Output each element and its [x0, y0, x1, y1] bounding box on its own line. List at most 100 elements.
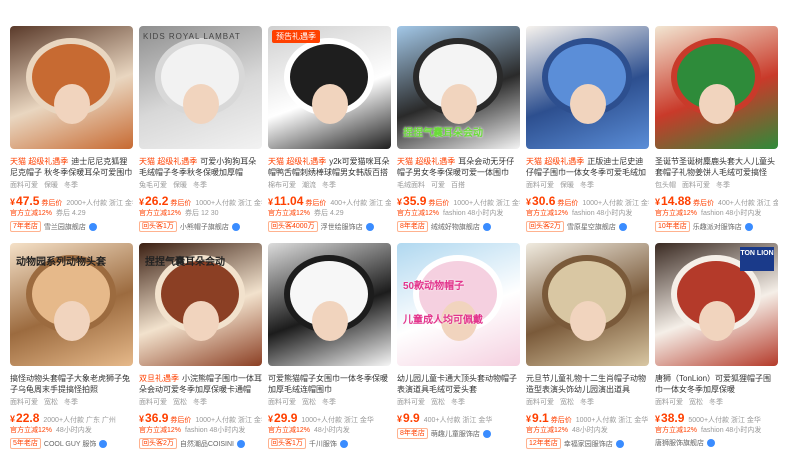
product-specs: 面料可爱 宽松 冬季 [10, 397, 133, 407]
product-title[interactable]: 天猫 超级礼遇季正版迪士尼史迪仔帽子围巾一体女冬季可爱毛绒加厚保暖 [526, 156, 649, 178]
product-title[interactable]: 圣诞节圣诞树麋鹿头套大人儿童头套帽子礼物姜饼人毛绒可爱搞怪 [655, 156, 778, 178]
price-value: 30.6 [532, 194, 556, 206]
shop-name[interactable]: 小熊帽子旗舰店 [180, 222, 229, 232]
shop-line[interactable]: 回头客1万 小熊帽子旗舰店 [139, 221, 262, 232]
product-card[interactable]: 天猫 超级礼遇季迪士尼尼克狐狸尼克帽子 秋冬季保暖耳朵可爱围巾一体帽面料可爱保暖… [10, 26, 133, 233]
shop-name[interactable]: 雪原星空旗舰店 [567, 222, 616, 232]
verified-shop-icon [88, 222, 97, 231]
spec-item: 面料可爱 [526, 399, 554, 406]
spec-item: 冬季 [322, 399, 336, 406]
product-image[interactable]: 捏捏气囊耳朵会动 [139, 243, 262, 366]
shop-name[interactable]: 唐狮服饰旗舰店 [655, 438, 704, 448]
spec-item: 可爱 [431, 182, 445, 189]
price-value: 9.9 [403, 411, 420, 423]
product-image[interactable] [526, 243, 649, 366]
product-card[interactable]: 50款动物帽子 儿童成人均可佩戴幼儿园儿童卡通大顶头套动物帽子表演道具毛绒可爱头套… [397, 243, 520, 450]
product-card[interactable]: 动物园系列动物头套搞怪动物头套帽子大象老虎狮子兔子乌龟周末手提搞怪拍照面料可爱宽… [10, 243, 133, 450]
product-image[interactable] [526, 26, 649, 149]
product-card[interactable]: 预告礼遇季 天猫 超级礼遇季 y2k可爱猫咪耳朵帽鸭舌帽刺绣棒球帽男女韩版百搭 棉布可… [268, 26, 391, 233]
sales-location: 1000+人付款 浙江 金华 [301, 417, 374, 423]
shop-line[interactable]: 10年老店 乐趣派对服饰店 [655, 221, 778, 232]
spec-item: 包头帽 [655, 182, 676, 189]
price: ¥26.2 [139, 194, 168, 206]
price-line: ¥14.88券后价400+人付款 浙江 金华 [655, 192, 778, 206]
shop-name[interactable]: 萌趣儿童服饰店 [431, 429, 480, 439]
shop-name[interactable]: 乐趣派对服饰店 [693, 222, 742, 232]
spec-item: 潮流 [302, 182, 316, 189]
price: ¥30.6 [526, 194, 555, 206]
currency-symbol: ¥ [526, 197, 532, 206]
shipping-info: fashion 48小时内发 [443, 210, 504, 217]
product-image[interactable]: 预告礼遇季 [268, 26, 391, 149]
image-caption: 捏捏气囊耳朵会动 [145, 257, 225, 268]
product-specs: 面料可爱 宽松 冬季 [397, 397, 520, 407]
product-specs: 毛绒面料 可爱 百搭 [397, 180, 520, 190]
sales-location: 2000+人付款 广东 广州 [43, 417, 116, 423]
shop-name[interactable]: 自然潮品COISINI [180, 439, 234, 449]
price: ¥11.04 [268, 194, 303, 206]
product-title[interactable]: 天猫 超级礼遇季 耳朵会动无牙仔帽子男女冬季保暖可爱一体围巾 [397, 156, 520, 178]
product-card[interactable]: 捏捏气囊耳朵会动天猫 超级礼遇季 耳朵会动无牙仔帽子男女冬季保暖可爱一体围巾毛绒面… [397, 26, 520, 233]
spec-item: 百搭 [451, 182, 465, 189]
product-card[interactable]: 圣诞节圣诞树麋鹿头套大人儿童头套帽子礼物姜饼人毛绒可爱搞怪 包头帽 面料可爱 冬季 ¥1… [655, 26, 778, 233]
shop-line[interactable]: 回头客1万 千川服饰 [268, 438, 391, 449]
price-value: 35.9 [403, 194, 427, 206]
product-image[interactable]: 50款动物帽子 儿童成人均可佩戴 [397, 243, 520, 366]
shop-line[interactable]: 回头客2万 自然潮品COISINI [139, 438, 262, 449]
discount-label: 官方立减12% [526, 427, 569, 434]
sales-location: 5000+人付款 浙江 金华 [688, 417, 761, 423]
sales-location: 1000+人付款 浙江 金华 [575, 417, 649, 423]
price-note: 券后价 [41, 200, 63, 206]
shop-name[interactable]: 千川服饰 [309, 439, 337, 449]
product-card[interactable]: 可爱熊猫帽子女围巾一体冬季保暖加厚毛绒连帽围巾 面料可爱 宽松 冬季 ¥29.9 1000… [268, 243, 391, 450]
price-line: ¥9.1 券后价 1000+人付款 浙江 金华 [526, 409, 649, 423]
product-image[interactable] [268, 243, 391, 366]
currency-symbol: ¥ [655, 197, 661, 206]
product-title[interactable]: 搞怪动物头套帽子大象老虎狮子兔子乌龟周末手提搞怪拍照 [10, 373, 133, 395]
shop-line[interactable]: 回头客2万 雪原星空旗舰店 [526, 221, 649, 232]
product-card[interactable]: 天猫 超级礼遇季正版迪士尼史迪仔帽子围巾一体女冬季可爱毛绒加厚保暖面料可爱保暖冬… [526, 26, 649, 233]
product-image[interactable]: 动物园系列动物头套 [10, 243, 133, 366]
shop-name[interactable]: COOL GUY 服饰 [44, 439, 97, 449]
shop-name[interactable]: 幸福家园服饰店 [564, 439, 613, 449]
price-line: ¥11.04券后价400+人付款 浙江 金华 [268, 192, 391, 206]
shipping-info: fashion 48小时内发 [185, 427, 246, 434]
product-image[interactable] [10, 26, 133, 149]
currency-symbol: ¥ [268, 197, 274, 206]
shop-line[interactable]: 12年老店 幸福家园服饰店 [526, 438, 649, 449]
currency-symbol: ¥ [10, 197, 16, 206]
shop-line[interactable]: 8年老店 萌趣儿童服饰店 [397, 428, 520, 439]
shop-name[interactable]: 绒绒好物旗舰店 [431, 222, 480, 232]
shop-line[interactable]: 唐狮服饰旗舰店 [655, 438, 778, 448]
shipping-info: 券后 4.29 [56, 210, 86, 217]
shop-line[interactable]: 回头客4000万 浮世绘服饰店 [268, 221, 391, 232]
product-title[interactable]: 双旦礼遇季 小浣熊帽子围巾一体耳朵会动可爱冬季加厚保暖卡通帽 [139, 373, 262, 395]
product-title[interactable]: 天猫 超级礼遇季 可爱小狗狗耳朵毛绒帽子冬季秋冬保暖加厚帽 [139, 156, 262, 178]
shop-name[interactable]: 雪兰园旗舰店 [44, 222, 86, 232]
product-title[interactable]: 元旦节儿童礼物十二生肖帽子动物造型表演头饰幼儿园演出道具 [526, 373, 649, 395]
discount-label: 官方立减12% [139, 210, 182, 217]
price: ¥29.9 [268, 411, 297, 423]
product-image[interactable]: TON LION [655, 243, 778, 366]
product-image[interactable] [655, 26, 778, 149]
shop-line[interactable]: 5年老店 COOL GUY 服饰 [10, 438, 133, 449]
product-card[interactable]: 捏捏气囊耳朵会动 双旦礼遇季 小浣熊帽子围巾一体耳朵会动可爱冬季加厚保暖卡通帽 面料可… [139, 243, 262, 450]
product-title[interactable]: 天猫 超级礼遇季 y2k可爱猫咪耳朵帽鸭舌帽刺绣棒球帽男女韩版百搭 [268, 156, 391, 178]
model-face [699, 84, 735, 124]
spec-item: 冬季 [64, 399, 78, 406]
product-image[interactable]: KIDS ROYAL LAMBAT [139, 26, 262, 149]
product-title[interactable]: 天猫 超级礼遇季迪士尼尼克狐狸尼克帽子 秋冬季保暖耳朵可爱围巾一体帽 [10, 156, 133, 178]
shop-name[interactable]: 浮世绘服饰店 [321, 222, 363, 232]
product-card[interactable]: 元旦节儿童礼物十二生肖帽子动物造型表演头饰幼儿园演出道具 面料可爱 宽松 冬季 ¥9.1… [526, 243, 649, 450]
spec-item: 保暖 [44, 182, 58, 189]
product-title[interactable]: 可爱熊猫帽子女围巾一体冬季保暖加厚毛绒连帽围巾 [268, 373, 391, 395]
price: ¥35.9 [397, 194, 426, 206]
shop-line[interactable]: 8年老店 绒绒好物旗舰店 [397, 221, 520, 232]
product-card[interactable]: TON LION 唐狮（TonLion）可爱狐狸帽子围巾一体女冬季加厚保暖 面料可爱… [655, 243, 778, 450]
shop-line[interactable]: 7年老店 雪兰园旗舰店 [10, 221, 133, 232]
product-title[interactable]: 幼儿园儿童卡通大顶头套动物帽子表演道具毛绒可爱头套 [397, 373, 520, 395]
product-card[interactable]: KIDS ROYAL LAMBAT 天猫 超级礼遇季 可爱小狗狗耳朵毛绒帽子冬季秋冬… [139, 26, 262, 233]
product-image[interactable]: 捏捏气囊耳朵会动 [397, 26, 520, 149]
price-line: ¥9.9 400+人付款 浙江 金华 [397, 409, 520, 423]
product-title[interactable]: 唐狮（TonLion）可爱狐狸帽子围巾一体女冬季加厚保暖 [655, 373, 778, 395]
